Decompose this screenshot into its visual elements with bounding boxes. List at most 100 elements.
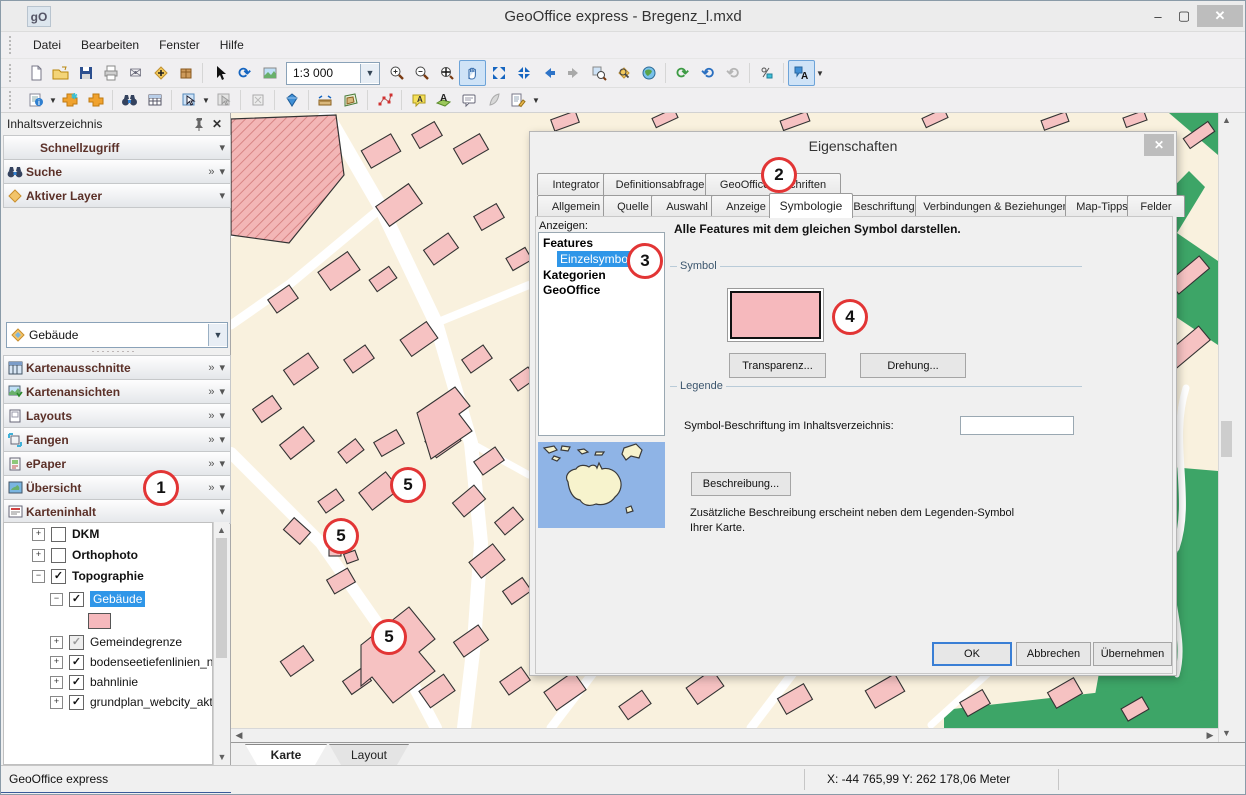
checkbox-unchecked[interactable] (51, 527, 66, 542)
expand-icon[interactable]: + (50, 656, 63, 669)
new-document-icon[interactable] (23, 61, 48, 85)
panel-schnellzugriff[interactable]: Schnellzugriff ▾ (3, 135, 231, 160)
close-button[interactable]: ✕ (1197, 5, 1243, 27)
zoom-selection-icon[interactable] (586, 61, 611, 85)
go-refresh-blue-icon[interactable]: ⟲ (695, 61, 720, 85)
chevron-down-icon[interactable]: ▼ (48, 96, 58, 105)
layer-symbol-swatch[interactable] (88, 613, 111, 629)
toolbar-grip[interactable] (9, 64, 17, 82)
tab-symbologie[interactable]: Symbologie (769, 193, 853, 218)
measure-distance-icon[interactable] (313, 88, 338, 112)
refresh-icon[interactable]: ⟳ (232, 61, 257, 85)
toolbar-grip[interactable] (9, 91, 17, 109)
zoom-in-icon[interactable] (384, 61, 409, 85)
maximize-button[interactable]: ▢ (1173, 5, 1195, 27)
globe-icon[interactable] (636, 61, 661, 85)
report-edit-icon[interactable] (506, 88, 531, 112)
collapse-icon[interactable]: − (32, 570, 45, 583)
pin-icon[interactable] (192, 117, 206, 131)
tree-item-dkm[interactable]: + DKM (32, 524, 99, 544)
open-folder-icon[interactable] (48, 61, 73, 85)
active-layer-combobox[interactable]: Gebäude ▼ (6, 322, 228, 348)
tree-item-bodenseetiefenlinien[interactable]: + ✓ bodenseetiefenlinien_ne (50, 652, 213, 672)
expand-icon[interactable]: + (32, 528, 45, 541)
label-manager-icon[interactable]: A (431, 88, 456, 112)
chevron-down-icon[interactable]: ▼ (360, 64, 379, 83)
symbol-preview-swatch[interactable] (730, 291, 821, 339)
zoom-out-icon[interactable] (409, 61, 434, 85)
tree-vertical-scrollbar[interactable]: ▲ ▼ (213, 522, 229, 765)
panel-kartenansichten[interactable]: Kartenansichten »▾ (3, 379, 231, 404)
scale-combobox[interactable]: 1:3 000 ▼ (286, 62, 380, 85)
annotation-bubble-icon[interactable] (456, 88, 481, 112)
chevron-down-icon[interactable]: ▾ (219, 505, 225, 518)
chevron-down-icon[interactable]: ▾ (219, 165, 225, 178)
checkbox-checked[interactable]: ✓ (69, 675, 84, 690)
info-sheet-icon[interactable]: i (23, 88, 48, 112)
minimize-button[interactable]: – (1147, 5, 1169, 27)
chevron-down-icon[interactable]: ▾ (219, 141, 225, 154)
toggle-scale-icon[interactable] (754, 61, 779, 85)
scrollbar-thumb[interactable] (1221, 421, 1232, 457)
chevron-down-icon[interactable]: ▼ (201, 96, 211, 105)
chevron-right-icon[interactable]: » (208, 434, 214, 446)
scale-value[interactable]: 1:3 000 (287, 66, 360, 80)
measure-area-icon[interactable] (338, 88, 363, 112)
tab-definitionsabfrage[interactable]: Definitionsabfrage (603, 173, 717, 195)
chevron-right-icon[interactable]: » (208, 386, 214, 398)
chevron-down-icon[interactable]: ▾ (219, 409, 225, 422)
panel-layouts[interactable]: Layouts »▾ (3, 403, 231, 428)
chevron-right-icon[interactable]: » (208, 458, 214, 470)
chevron-down-icon[interactable]: ▾ (219, 385, 225, 398)
forward-icon[interactable] (561, 61, 586, 85)
list-item-einzelsymbol[interactable]: Einzelsymbol (557, 251, 634, 267)
checkbox-checked[interactable]: ✓ (69, 655, 84, 670)
chevron-down-icon[interactable]: ▾ (219, 361, 225, 374)
tree-item-bahnlinie[interactable]: + ✓ bahnlinie (50, 672, 138, 692)
dialog-close-button[interactable]: ✕ (1144, 134, 1174, 156)
abbrechen-button[interactable]: Abbrechen (1016, 642, 1091, 666)
expand-icon[interactable]: + (32, 549, 45, 562)
ok-button[interactable]: OK (932, 642, 1012, 666)
panel-uebersicht[interactable]: Übersicht »▾ (3, 475, 231, 500)
panel-karteninhalt[interactable]: Karteninhalt ▾ (3, 499, 231, 524)
tab-karte[interactable]: Karte (245, 744, 327, 765)
tree-item-gemeindegrenze[interactable]: + ✓ Gemeindegrenze (50, 632, 182, 652)
zoom-full-extent-icon[interactable] (434, 61, 459, 85)
expand-icon[interactable]: + (50, 636, 63, 649)
collapse-icon[interactable]: − (50, 593, 63, 606)
chevron-right-icon[interactable]: » (208, 166, 214, 178)
attribute-table-icon[interactable] (142, 88, 167, 112)
beschreibung-button[interactable]: Beschreibung... (691, 472, 791, 496)
panel-aktiver-layer[interactable]: Aktiver Layer ▾ (3, 183, 231, 208)
menu-hilfe[interactable]: Hilfe (210, 34, 254, 56)
menu-fenster[interactable]: Fenster (149, 34, 210, 56)
pan-hand-icon[interactable] (459, 60, 486, 86)
uebernehmen-button[interactable]: Übernehmen (1093, 642, 1172, 666)
scroll-right-icon[interactable]: ▶ (1202, 730, 1218, 741)
list-item-geooffice[interactable]: GeoOffice (539, 282, 664, 297)
scroll-down-icon[interactable]: ▼ (214, 752, 230, 762)
checkbox-checked[interactable]: ✓ (69, 695, 84, 710)
menu-datei[interactable]: Datei (23, 34, 71, 56)
panel-epaper[interactable]: ePaper »▾ (3, 451, 231, 476)
fixed-zoom-in-icon[interactable] (486, 61, 511, 85)
expand-icon[interactable]: + (50, 676, 63, 689)
chevron-down-icon[interactable]: ▾ (219, 481, 225, 494)
save-icon[interactable] (73, 61, 98, 85)
label-finder-icon[interactable]: A (788, 60, 815, 86)
tab-verbindungen-beziehungen[interactable]: Verbindungen & Beziehungen (915, 195, 1077, 217)
label-balloon-icon[interactable]: A (406, 88, 431, 112)
back-icon[interactable] (536, 61, 561, 85)
search-binoculars-icon[interactable] (117, 88, 142, 112)
print-icon[interactable] (98, 61, 123, 85)
scroll-left-icon[interactable]: ◀ (231, 730, 247, 741)
send-mail-icon[interactable]: ✉ (123, 61, 148, 85)
title-bar[interactable]: gO GeoOffice express - Bregenz_l.mxd – ▢… (1, 1, 1245, 32)
checkbox-checked[interactable]: ✓ (69, 592, 84, 607)
go-refresh-green-icon[interactable]: ⟳ (670, 61, 695, 85)
panel-suche[interactable]: Suche »▾ (3, 159, 231, 184)
chevron-down-icon[interactable]: ▼ (208, 324, 227, 346)
menu-bearbeiten[interactable]: Bearbeiten (71, 34, 149, 56)
checkbox-unchecked[interactable] (51, 548, 66, 563)
